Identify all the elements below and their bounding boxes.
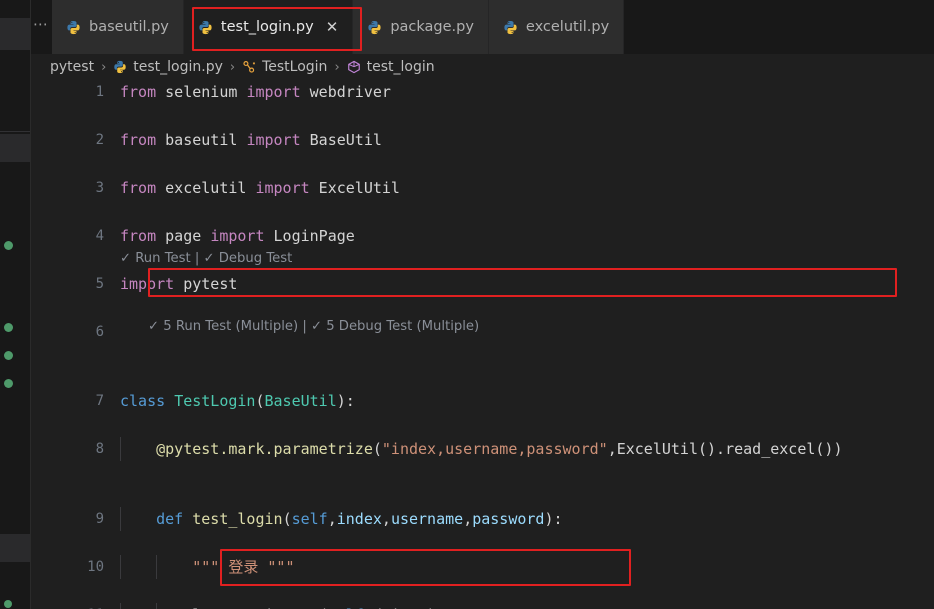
code-editor[interactable]: 1 from selenium import webdriver 2 from … <box>30 80 934 609</box>
python-file-icon <box>198 20 213 35</box>
line-number: 8 <box>95 441 104 457</box>
codelens-method[interactable]: ✓ 5 Run Test (Multiple) | ✓ 5 Debug Test… <box>30 294 934 334</box>
tab-test-login-py[interactable]: test_login.py ✕ <box>183 0 354 54</box>
code-line[interactable]: 11 lp = LoginPage(self.driver) <box>30 603 934 609</box>
breadcrumb-label: TestLogin <box>262 59 328 75</box>
tab-baseutil-py[interactable]: baseutil.py <box>52 0 184 54</box>
line-number: 7 <box>95 393 104 409</box>
python-file-icon <box>503 20 518 35</box>
class-icon <box>242 60 257 75</box>
method-icon <box>347 60 362 75</box>
strip-segment-bottom <box>0 534 30 562</box>
python-file-icon <box>66 20 81 35</box>
left-activity-strip[interactable] <box>0 0 31 609</box>
line-number: 11 <box>30 603 104 609</box>
tab-label: baseutil.py <box>89 19 169 35</box>
code-line[interactable]: 9 def test_login(self,index,username,pas… <box>30 507 934 531</box>
code-line[interactable]: 2 from baseutil import BaseUtil <box>30 128 934 152</box>
line-content: def test_login(self,index,username,passw… <box>156 510 563 528</box>
breadcrumb-separator: › <box>229 59 236 75</box>
code-line[interactable]: 8 @pytest.mark.parametrize("index,userna… <box>30 437 934 461</box>
line-content: @pytest.mark.parametrize("index,username… <box>156 440 843 458</box>
breadcrumb-item-test-login-method[interactable]: test_login <box>347 59 435 75</box>
line-content: from selenium import webdriver <box>120 83 391 101</box>
tab-label: test_login.py <box>220 19 314 35</box>
test-status-dot[interactable] <box>4 600 12 608</box>
test-status-dot[interactable] <box>4 323 13 332</box>
line-number: 3 <box>95 180 104 196</box>
codelens-class-label[interactable]: ✓ Run Test | ✓ Debug Test <box>120 248 292 270</box>
line-content: class TestLogin(BaseUtil): <box>120 392 355 410</box>
strip-segment-mid <box>0 134 30 162</box>
line-number: 2 <box>95 132 104 148</box>
line-content: import pytest <box>120 275 238 293</box>
line-number: 1 <box>95 84 104 100</box>
tab-package-py[interactable]: package.py <box>353 0 489 54</box>
codelens-method-label[interactable]: ✓ 5 Run Test (Multiple) | ✓ 5 Debug Test… <box>148 316 479 338</box>
editor-tab-bar: ⋯ baseutil.py test_login.py ✕ package.py <box>30 0 934 54</box>
code-line[interactable]: 3 from excelutil import ExcelUtil <box>30 176 934 200</box>
editor-window: ⋯ baseutil.py test_login.py ✕ package.py <box>0 0 934 609</box>
test-status-dot[interactable] <box>4 241 13 250</box>
line-content: from excelutil import ExcelUtil <box>120 179 400 197</box>
line-content: from baseutil import BaseUtil <box>120 131 382 149</box>
tab-overflow-icon[interactable]: ⋯ <box>30 0 52 54</box>
line-number: 9 <box>95 511 104 527</box>
python-file-icon <box>367 20 382 35</box>
breadcrumb-item-pytest[interactable]: pytest <box>50 59 94 75</box>
codelens-class[interactable]: ✓ Run Test | ✓ Debug Test <box>30 226 934 266</box>
test-status-dot[interactable] <box>4 351 13 360</box>
close-icon[interactable]: ✕ <box>326 19 339 35</box>
breadcrumb-separator: › <box>101 59 107 75</box>
breadcrumb-label: pytest <box>50 59 95 75</box>
code-line[interactable]: 5 import pytest <box>30 272 934 296</box>
breadcrumb-label: test_login <box>366 59 435 75</box>
breadcrumb-separator: › <box>334 59 340 75</box>
strip-segment-top <box>0 18 30 50</box>
tab-excelutil-py[interactable]: excelutil.py <box>488 0 625 54</box>
breadcrumb-item-test-login-py[interactable]: test_login.py <box>113 59 223 75</box>
test-status-dot[interactable] <box>4 379 13 388</box>
tab-label: package.py <box>390 19 474 35</box>
line-number: 10 <box>87 559 104 575</box>
code-line[interactable]: 10 """ 登录 """ <box>30 555 934 579</box>
code-line[interactable]: 1 from selenium import webdriver <box>30 80 934 104</box>
code-line[interactable]: 7 class TestLogin(BaseUtil): <box>30 389 934 413</box>
line-content: lp = LoginPage(self.driver) <box>120 603 436 609</box>
line-content: """ 登录 """ <box>192 558 295 576</box>
breadcrumb-item-testlogin-class[interactable]: TestLogin <box>242 59 327 75</box>
breadcrumb: pytest › test_login.py › TestLogin › tes… <box>30 54 934 80</box>
breadcrumb-label: test_login.py <box>133 59 223 75</box>
tab-bar-empty-area <box>624 0 934 54</box>
python-file-icon <box>113 60 128 75</box>
strip-divider-1 <box>0 131 30 132</box>
tab-label: excelutil.py <box>525 19 610 35</box>
